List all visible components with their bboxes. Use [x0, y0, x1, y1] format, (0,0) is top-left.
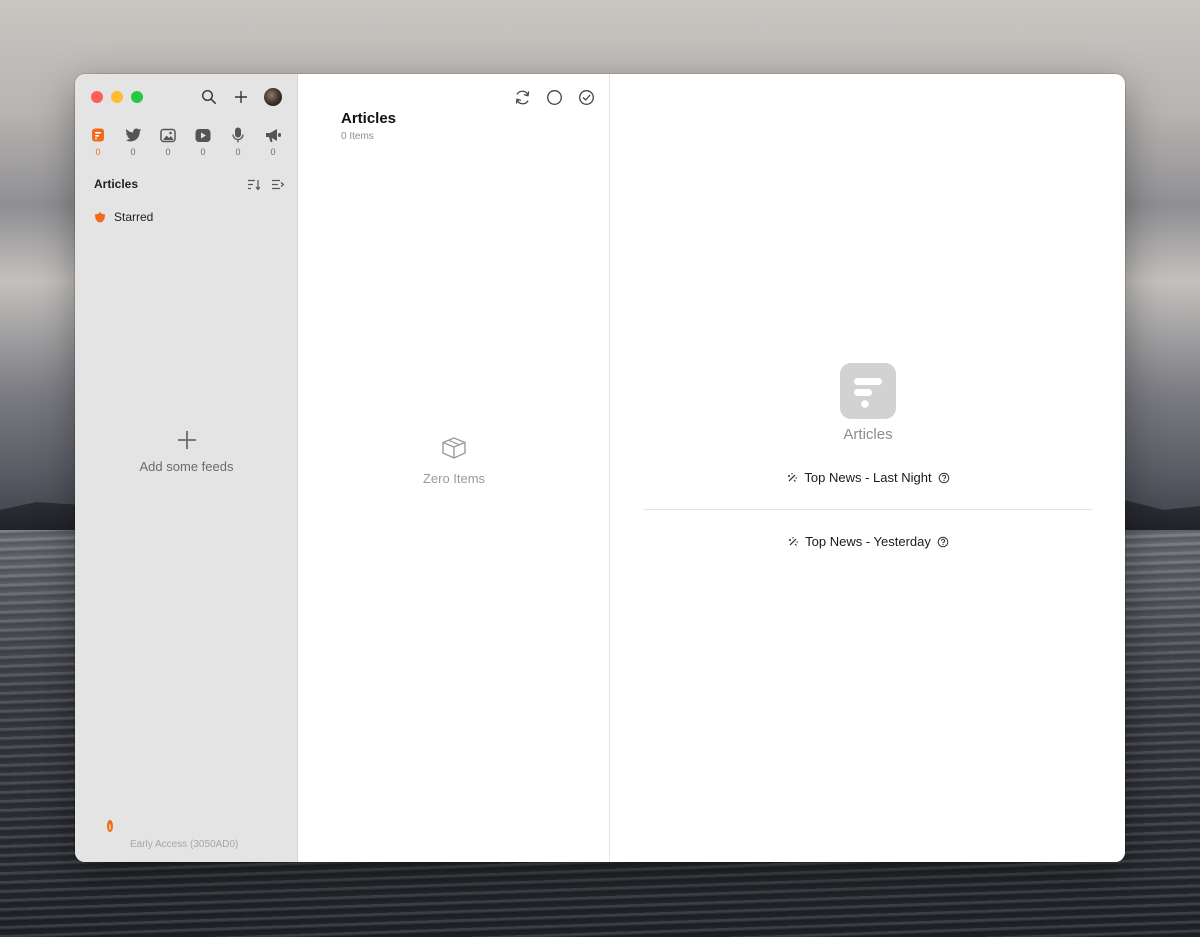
sidebar-item-starred[interactable]: Starred	[94, 210, 153, 224]
microphone-icon	[232, 127, 244, 143]
starred-label: Starred	[114, 210, 154, 224]
plus-icon	[177, 431, 196, 449]
sort-icon[interactable]	[248, 179, 260, 190]
circle-icon	[546, 89, 562, 105]
add-feeds-button[interactable]: Add some feeds	[75, 430, 298, 476]
list-toolbar	[512, 87, 596, 107]
mark-unread-button[interactable]	[544, 87, 564, 107]
sparkle-icon	[788, 472, 798, 482]
image-icon	[160, 128, 176, 142]
add-feeds-label: Add some feeds	[139, 459, 234, 474]
folo-logo-icon	[854, 378, 882, 408]
sidebar-section-header: Articles	[94, 177, 284, 191]
divider	[644, 509, 1092, 510]
status-indicator[interactable]	[106, 819, 114, 838]
top-news-last-night[interactable]: Top News - Last Night	[611, 470, 1125, 485]
box-icon	[442, 437, 466, 459]
sidebar: 0 0 0 0 0 0 Articles Starred Add some fe…	[75, 74, 298, 862]
social-count: 0	[130, 147, 136, 157]
top-news-yesterday[interactable]: Top News - Yesterday	[611, 534, 1125, 549]
version-label: Early Access (3050AD0)	[130, 839, 239, 850]
sparkle-icon	[789, 536, 799, 546]
app-window: 0 0 0 0 0 0 Articles Starred Add some fe…	[75, 74, 1125, 862]
zoom-window-button[interactable]	[131, 91, 143, 103]
articles-icon	[92, 128, 104, 142]
star-icon	[94, 211, 106, 223]
refresh-icon	[515, 90, 529, 104]
top-news-label: Top News - Yesterday	[805, 534, 931, 549]
mark-all-read-button[interactable]	[576, 87, 596, 107]
app-logo	[840, 363, 896, 419]
empty-state-label: Zero Items	[422, 471, 486, 486]
page-title: Articles	[341, 110, 397, 127]
video-icon	[195, 128, 211, 142]
megaphone-icon	[265, 128, 281, 142]
videos-count: 0	[200, 147, 206, 157]
plus-icon	[235, 91, 247, 103]
detail-title: Articles	[843, 426, 893, 443]
search-icon	[201, 89, 216, 104]
item-count: 0 Items	[341, 131, 374, 142]
tab-articles[interactable]: 0	[88, 126, 108, 157]
help-icon[interactable]	[938, 472, 950, 484]
sidebar-toolbar	[199, 87, 283, 107]
section-title: Articles	[94, 177, 139, 191]
articles-count: 0	[95, 147, 101, 157]
tab-pictures[interactable]: 0	[158, 126, 178, 157]
help-icon[interactable]	[937, 536, 949, 548]
filter-list-icon[interactable]	[272, 179, 284, 190]
search-button[interactable]	[199, 87, 219, 107]
article-list-pane: Articles 0 Items Zero Items	[298, 74, 610, 862]
feed-type-tabs: 0 0 0 0 0 0	[88, 126, 283, 157]
audio-count: 0	[235, 147, 241, 157]
tab-social[interactable]: 0	[123, 126, 143, 157]
add-button[interactable]	[231, 87, 251, 107]
tab-videos[interactable]: 0	[193, 126, 213, 157]
window-controls	[91, 91, 143, 103]
detail-pane: Articles Top News - Last Night Top News …	[611, 74, 1125, 862]
avatar	[264, 88, 282, 106]
flame-icon	[107, 820, 113, 832]
empty-state: Zero Items	[298, 436, 610, 486]
checkmark-circle-icon	[578, 89, 594, 105]
notifications-count: 0	[270, 147, 276, 157]
pictures-count: 0	[165, 147, 171, 157]
twitter-icon	[124, 127, 141, 141]
tab-notifications[interactable]: 0	[263, 126, 283, 157]
refresh-button[interactable]	[512, 87, 532, 107]
minimize-window-button[interactable]	[111, 91, 123, 103]
top-news-label: Top News - Last Night	[804, 470, 932, 485]
profile-button[interactable]	[263, 87, 283, 107]
tab-audio[interactable]: 0	[228, 126, 248, 157]
close-window-button[interactable]	[91, 91, 103, 103]
